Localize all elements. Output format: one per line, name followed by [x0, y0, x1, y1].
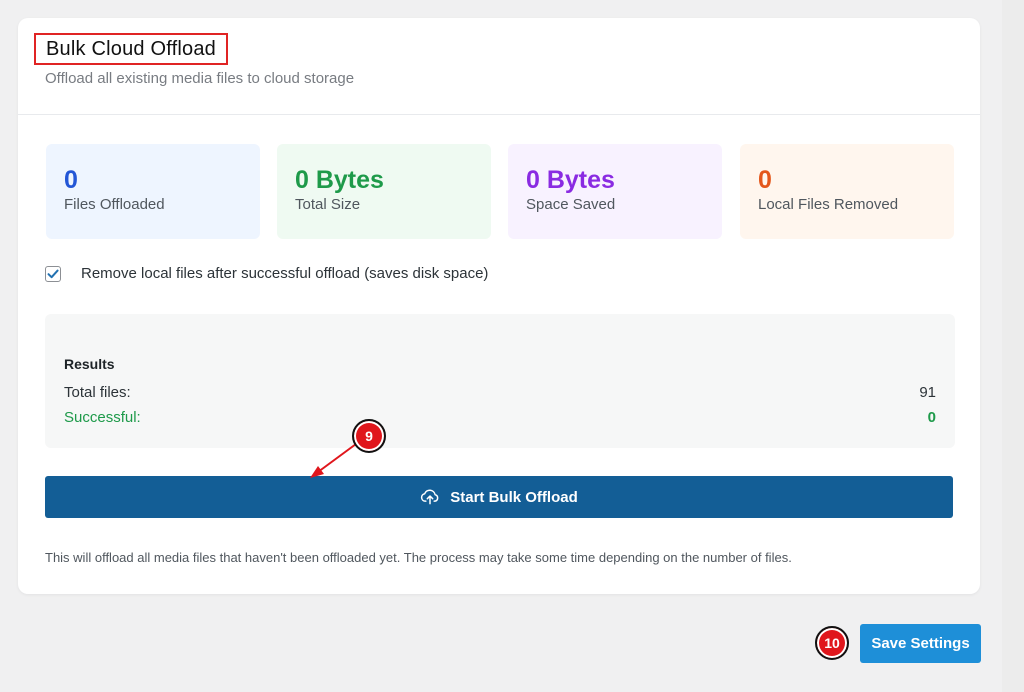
stat-label: Space Saved: [526, 196, 616, 213]
offload-note: This will offload all media files that h…: [45, 550, 792, 565]
stat-local-files-removed: 0 Local Files Removed: [740, 144, 954, 239]
results-value: 91: [919, 384, 936, 401]
bulk-offload-card: Bulk Cloud Offload Offload all existing …: [18, 18, 980, 594]
title-highlight-box: Bulk Cloud Offload: [34, 33, 228, 65]
cloud-upload-icon: [421, 489, 439, 505]
stat-label: Local Files Removed: [758, 196, 899, 213]
results-row-successful: Successful: 0: [64, 409, 936, 426]
page-subtitle: Offload all existing media files to clou…: [45, 70, 355, 87]
results-title: Results: [64, 356, 115, 372]
stat-value: 0 Bytes: [295, 166, 384, 194]
stat-space-saved: 0 Bytes Space Saved: [508, 144, 722, 239]
results-label: Successful:: [64, 409, 141, 426]
start-bulk-offload-label: Start Bulk Offload: [450, 488, 578, 506]
stat-value: 0: [64, 166, 78, 194]
step-marker-9: 9: [352, 419, 386, 453]
stat-value: 0: [758, 166, 772, 194]
card-header: Bulk Cloud Offload Offload all existing …: [18, 18, 980, 115]
start-bulk-offload-button[interactable]: Start Bulk Offload: [45, 476, 953, 518]
stat-files-offloaded: 0 Files Offloaded: [46, 144, 260, 239]
stat-value: 0 Bytes: [526, 166, 615, 194]
stat-label: Total Size: [295, 196, 361, 213]
remove-local-files-option[interactable]: Remove local files after successful offl…: [45, 265, 488, 282]
page-title: Bulk Cloud Offload: [46, 37, 216, 60]
results-row-total: Total files: 91: [64, 384, 936, 401]
save-settings-button[interactable]: Save Settings: [860, 624, 981, 663]
stat-total-size: 0 Bytes Total Size: [277, 144, 491, 239]
right-edge-strip: [1002, 0, 1024, 692]
remove-local-files-checkbox[interactable]: [45, 265, 61, 282]
results-value: 0: [927, 409, 936, 426]
remove-local-files-label: Remove local files after successful offl…: [81, 265, 489, 282]
stat-label: Files Offloaded: [64, 196, 165, 213]
results-panel: Results Total files: 91 Successful: 0: [45, 314, 955, 448]
checkmark-icon: [47, 269, 59, 278]
step-marker-10: 10: [815, 626, 849, 660]
results-label: Total files:: [64, 384, 131, 401]
